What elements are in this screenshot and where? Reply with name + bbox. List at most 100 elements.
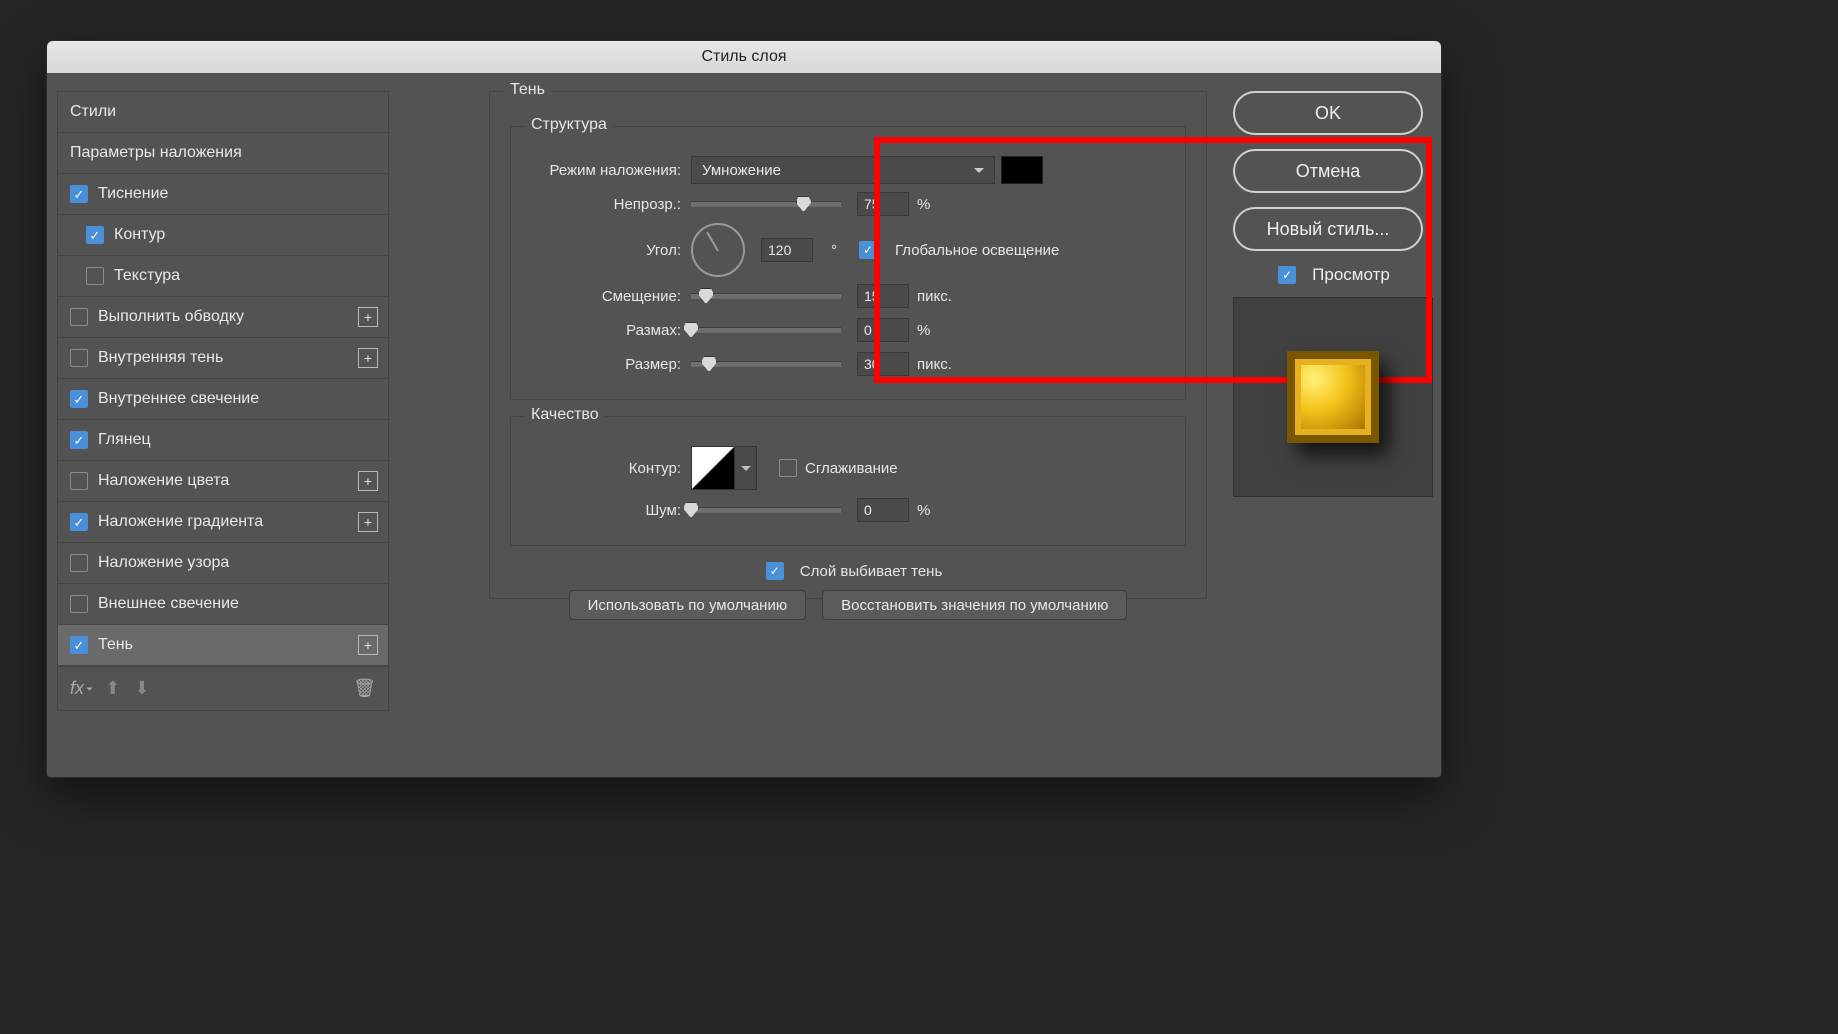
add-effect-icon[interactable]: + xyxy=(358,307,378,327)
ok-button[interactable]: OK xyxy=(1233,91,1423,135)
contour-label: Контур: xyxy=(531,460,691,477)
trash-icon[interactable]: 🗑 xyxy=(353,678,376,699)
style-item-label: Глянец xyxy=(98,431,151,449)
size-label: Размер: xyxy=(531,356,691,373)
global-light-checkbox[interactable] xyxy=(859,241,877,259)
style-item-9[interactable]: Наложение узора xyxy=(58,543,388,584)
distance-slider[interactable] xyxy=(691,293,841,299)
style-item-label: Внешнее свечение xyxy=(98,595,239,613)
style-item-checkbox[interactable] xyxy=(70,513,88,531)
shadow-fieldset: Тень Структура Режим наложения: Умножени… xyxy=(489,91,1207,599)
styles-header[interactable]: Стили xyxy=(58,92,388,133)
new-style-button[interactable]: Новый стиль... xyxy=(1233,207,1423,251)
dialog-body: Стили Параметры наложения Тиснение Контур… xyxy=(47,73,1441,777)
make-default-button[interactable]: Использовать по умолчанию xyxy=(569,590,806,620)
blend-mode-label: Режим наложения: xyxy=(531,162,691,179)
size-unit: пикс. xyxy=(917,356,952,373)
dialog-title[interactable]: Стиль слоя xyxy=(47,41,1441,73)
style-item-5[interactable]: Внутреннее свечение xyxy=(58,379,388,420)
style-item-checkbox[interactable] xyxy=(70,308,88,326)
spread-unit: % xyxy=(917,322,930,339)
angle-dial[interactable] xyxy=(691,223,745,277)
add-effect-icon[interactable]: + xyxy=(358,471,378,491)
add-effect-icon[interactable]: + xyxy=(358,348,378,368)
style-item-10[interactable]: Внешнее свечение xyxy=(58,584,388,625)
shadow-color-swatch[interactable] xyxy=(1001,156,1043,184)
style-item-label: Наложение узора xyxy=(98,554,229,572)
style-item-checkbox[interactable] xyxy=(70,636,88,654)
style-item-checkbox[interactable] xyxy=(86,226,104,244)
distance-input[interactable] xyxy=(857,284,909,308)
opacity-slider[interactable] xyxy=(691,201,841,207)
noise-unit: % xyxy=(917,502,930,519)
style-item-1[interactable]: Контур xyxy=(58,215,388,256)
style-item-6[interactable]: Глянец xyxy=(58,420,388,461)
style-item-7[interactable]: Наложение цвета + xyxy=(58,461,388,502)
style-item-checkbox[interactable] xyxy=(70,472,88,490)
style-item-checkbox[interactable] xyxy=(70,185,88,203)
sidebar: Стили Параметры наложения Тиснение Контур… xyxy=(47,73,399,777)
spread-input[interactable] xyxy=(857,318,909,342)
shadow-legend: Тень xyxy=(504,81,551,99)
style-item-checkbox[interactable] xyxy=(70,554,88,572)
spread-slider[interactable] xyxy=(691,327,841,333)
style-item-checkbox[interactable] xyxy=(70,390,88,408)
cancel-button[interactable]: Отмена xyxy=(1233,149,1423,193)
opacity-input[interactable] xyxy=(857,192,909,216)
style-item-label: Наложение цвета xyxy=(98,472,229,490)
move-up-icon[interactable]: ⬆ xyxy=(105,678,120,699)
blending-options-row[interactable]: Параметры наложения xyxy=(58,133,388,174)
add-effect-icon[interactable]: + xyxy=(358,512,378,532)
reset-default-button[interactable]: Восстановить значения по умолчанию xyxy=(822,590,1127,620)
style-item-label: Контур xyxy=(114,226,165,244)
knockout-checkbox[interactable] xyxy=(766,562,784,580)
size-input[interactable] xyxy=(857,352,909,376)
add-effect-icon[interactable]: + xyxy=(358,635,378,655)
structure-fieldset: Структура Режим наложения: Умножение Неп… xyxy=(510,126,1186,400)
style-item-label: Выполнить обводку xyxy=(98,308,244,326)
knockout-label: Слой выбивает тень xyxy=(800,563,943,580)
spread-label: Размах: xyxy=(531,322,691,339)
global-light-label: Глобальное освещение xyxy=(895,242,1059,259)
noise-label: Шум: xyxy=(531,502,691,519)
structure-legend: Структура xyxy=(525,116,613,134)
style-item-4[interactable]: Внутренняя тень + xyxy=(58,338,388,379)
style-list: Стили Параметры наложения Тиснение Контур… xyxy=(57,91,389,667)
preview-label: Просмотр xyxy=(1312,265,1390,285)
style-item-label: Внутреннее свечение xyxy=(98,390,259,408)
angle-degree: ° xyxy=(831,242,837,259)
fx-menu-icon[interactable]: fx xyxy=(70,678,91,699)
preview-checkbox[interactable] xyxy=(1278,266,1296,284)
distance-label: Смещение: xyxy=(531,288,691,305)
blend-mode-select[interactable]: Умножение xyxy=(691,156,995,184)
style-item-checkbox[interactable] xyxy=(70,431,88,449)
opacity-unit: % xyxy=(917,196,930,213)
size-slider[interactable] xyxy=(691,361,841,367)
style-item-3[interactable]: Выполнить обводку + xyxy=(58,297,388,338)
preview-content xyxy=(1287,351,1379,443)
style-item-8[interactable]: Наложение градиента + xyxy=(58,502,388,543)
blending-options-label: Параметры наложения xyxy=(70,144,242,162)
contour-dropdown-icon[interactable] xyxy=(735,446,757,490)
styles-header-label: Стили xyxy=(70,103,116,121)
style-item-2[interactable]: Текстура xyxy=(58,256,388,297)
style-item-label: Наложение градиента xyxy=(98,513,263,531)
right-column: OK Отмена Новый стиль... Просмотр xyxy=(1225,73,1441,777)
style-item-checkbox[interactable] xyxy=(86,267,104,285)
angle-input[interactable] xyxy=(761,238,813,262)
move-down-icon[interactable]: ⬇ xyxy=(134,678,149,699)
antialias-checkbox[interactable] xyxy=(779,459,797,477)
contour-picker[interactable] xyxy=(691,446,735,490)
style-item-checkbox[interactable] xyxy=(70,595,88,613)
style-item-label: Внутренняя тень xyxy=(98,349,223,367)
style-item-checkbox[interactable] xyxy=(70,349,88,367)
quality-fieldset: Качество Контур: Сглаживание Шум: % xyxy=(510,416,1186,546)
distance-unit: пикс. xyxy=(917,288,952,305)
noise-slider[interactable] xyxy=(691,507,841,513)
sidebar-footer: fx ⬆ ⬇ 🗑 xyxy=(57,667,389,711)
style-item-0[interactable]: Тиснение xyxy=(58,174,388,215)
antialias-label: Сглаживание xyxy=(805,460,898,477)
noise-input[interactable] xyxy=(857,498,909,522)
style-item-11[interactable]: Тень+ xyxy=(58,625,388,666)
settings-panel: Тень Структура Режим наложения: Умножени… xyxy=(399,73,1225,777)
